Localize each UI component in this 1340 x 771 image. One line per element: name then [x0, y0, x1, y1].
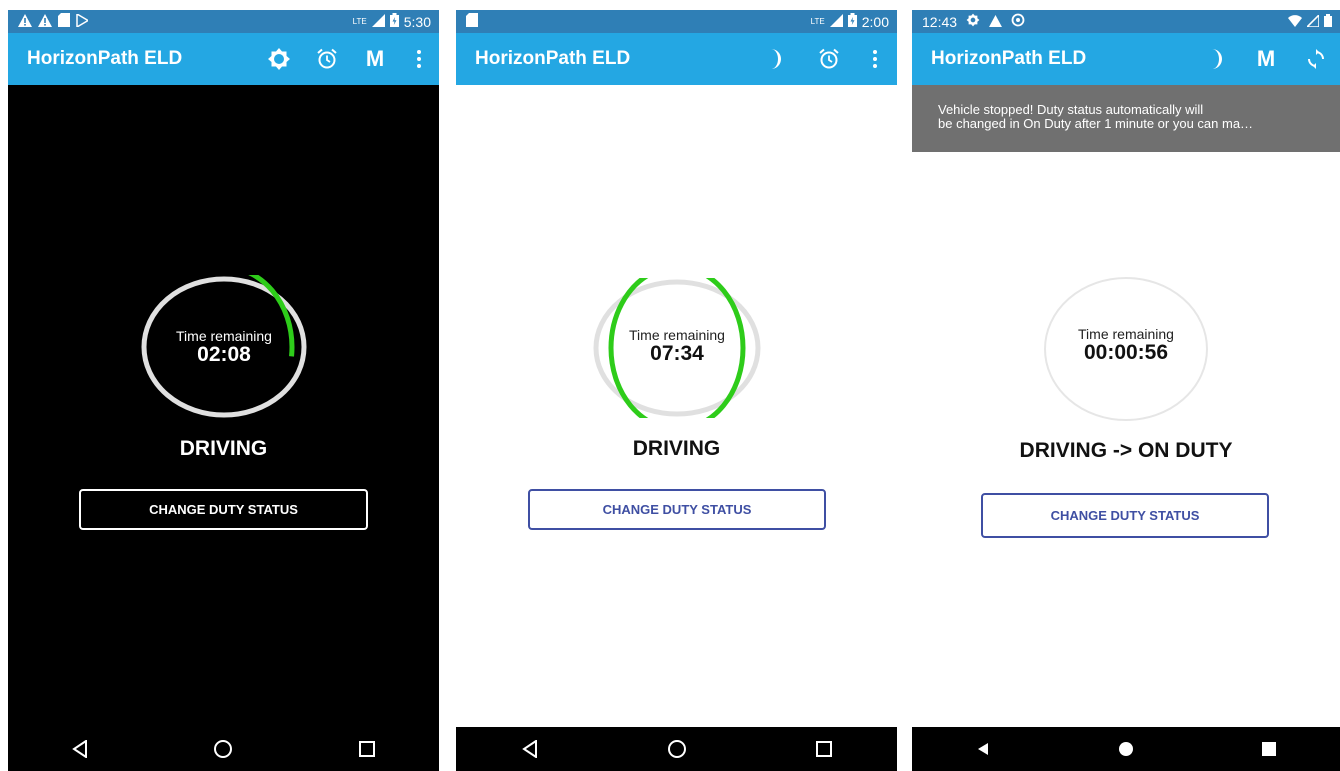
app-title: HorizonPath ELD [931, 48, 1087, 69]
home-icon[interactable] [657, 729, 697, 769]
app-bar: HorizonPath ELD [456, 33, 897, 85]
timer-ring: Time remaining 02:08 [140, 275, 308, 419]
back-icon[interactable] [510, 729, 550, 769]
navigation-bar [456, 727, 897, 771]
timer-ring: Time remaining 00:00:56 [1042, 276, 1210, 422]
phone-screen-dark: LTE 5:30 HorizonPath ELD M Time remainin… [8, 10, 439, 771]
recents-icon[interactable] [347, 729, 387, 769]
vehicle-stopped-banner: Vehicle stopped! Duty status automatical… [912, 85, 1340, 152]
status-bar: 12:43 [912, 10, 1340, 33]
banner-message-line-2: be changed in On Duty after 1 minute or … [938, 117, 1254, 131]
duty-status-text: DRIVING -> ON DUTY [1019, 439, 1233, 462]
recents-icon[interactable] [804, 729, 844, 769]
app-bar: HorizonPath ELD M [912, 33, 1340, 85]
time-remaining-label: Time remaining [1078, 326, 1174, 342]
m-menu-button[interactable]: M [351, 35, 399, 83]
battery-icon [389, 13, 399, 30]
clock-time: 2:00 [861, 13, 889, 30]
time-remaining-label: Time remaining [629, 327, 725, 343]
overflow-menu-icon[interactable] [853, 35, 897, 83]
warning-icon [18, 13, 32, 30]
banner-message-line-1: Vehicle stopped! Duty status automatical… [938, 103, 1204, 117]
network-type: LTE [352, 17, 367, 26]
time-remaining-value: 07:34 [650, 342, 704, 365]
clock-time: 5:30 [403, 13, 431, 30]
play-store-icon [76, 12, 90, 30]
network-type: LTE [810, 17, 825, 26]
m-menu-button[interactable]: M [1242, 35, 1290, 83]
recents-icon[interactable] [1249, 729, 1289, 769]
clock-time: 12:43 [922, 13, 958, 30]
time-remaining-value: 00:00:56 [1083, 341, 1169, 364]
home-icon[interactable] [203, 729, 243, 769]
duty-status-text: DRIVING [179, 437, 268, 460]
app-bar: HorizonPath ELD M [8, 33, 439, 85]
time-remaining-label: Time remaining [176, 328, 272, 344]
alarm-icon[interactable] [805, 35, 853, 83]
app-title: HorizonPath ELD [475, 48, 631, 69]
change-duty-status-button[interactable]: CHANGE DUTY STATUS [528, 489, 826, 530]
brightness-icon[interactable] [255, 35, 303, 83]
moon-icon[interactable] [1192, 35, 1240, 83]
back-icon[interactable] [60, 729, 100, 769]
status-bar: LTE 2:00 [456, 10, 897, 33]
wifi-icon [1288, 14, 1302, 30]
sd-card-icon [58, 13, 70, 30]
alarm-icon[interactable] [303, 35, 351, 83]
phone-screen-light: LTE 2:00 HorizonPath ELD Time remaining … [456, 10, 897, 771]
sync-icon [1011, 13, 1025, 30]
phone-screen-vehicle-stopped: 12:43 HorizonPath ELD M Vehicle stopped!… [912, 10, 1340, 771]
moon-icon[interactable] [751, 35, 799, 83]
navigation-bar [8, 727, 439, 771]
timer-ring: Time remaining 07:34 [592, 278, 762, 418]
home-icon[interactable] [1106, 729, 1146, 769]
signal-icon [1305, 12, 1320, 30]
settings-icon [966, 13, 980, 30]
signal-icon [371, 13, 385, 30]
change-duty-status-button[interactable]: CHANGE DUTY STATUS [79, 489, 368, 530]
change-duty-status-button[interactable]: CHANGE DUTY STATUS [981, 493, 1269, 538]
warning-icon [989, 14, 1003, 30]
back-icon[interactable] [963, 729, 1003, 769]
battery-icon [847, 13, 857, 30]
time-remaining-value: 02:08 [197, 343, 251, 366]
sd-card-icon [466, 13, 478, 30]
signal-icon [829, 13, 843, 30]
warning-icon [38, 13, 52, 30]
overflow-menu-icon[interactable] [399, 35, 439, 83]
status-bar: LTE 5:30 [8, 10, 439, 33]
refresh-icon[interactable] [1292, 35, 1340, 83]
duty-status-text: DRIVING [632, 437, 721, 460]
navigation-bar [912, 727, 1340, 771]
app-title: HorizonPath ELD [27, 48, 183, 69]
battery-icon [1324, 13, 1332, 30]
